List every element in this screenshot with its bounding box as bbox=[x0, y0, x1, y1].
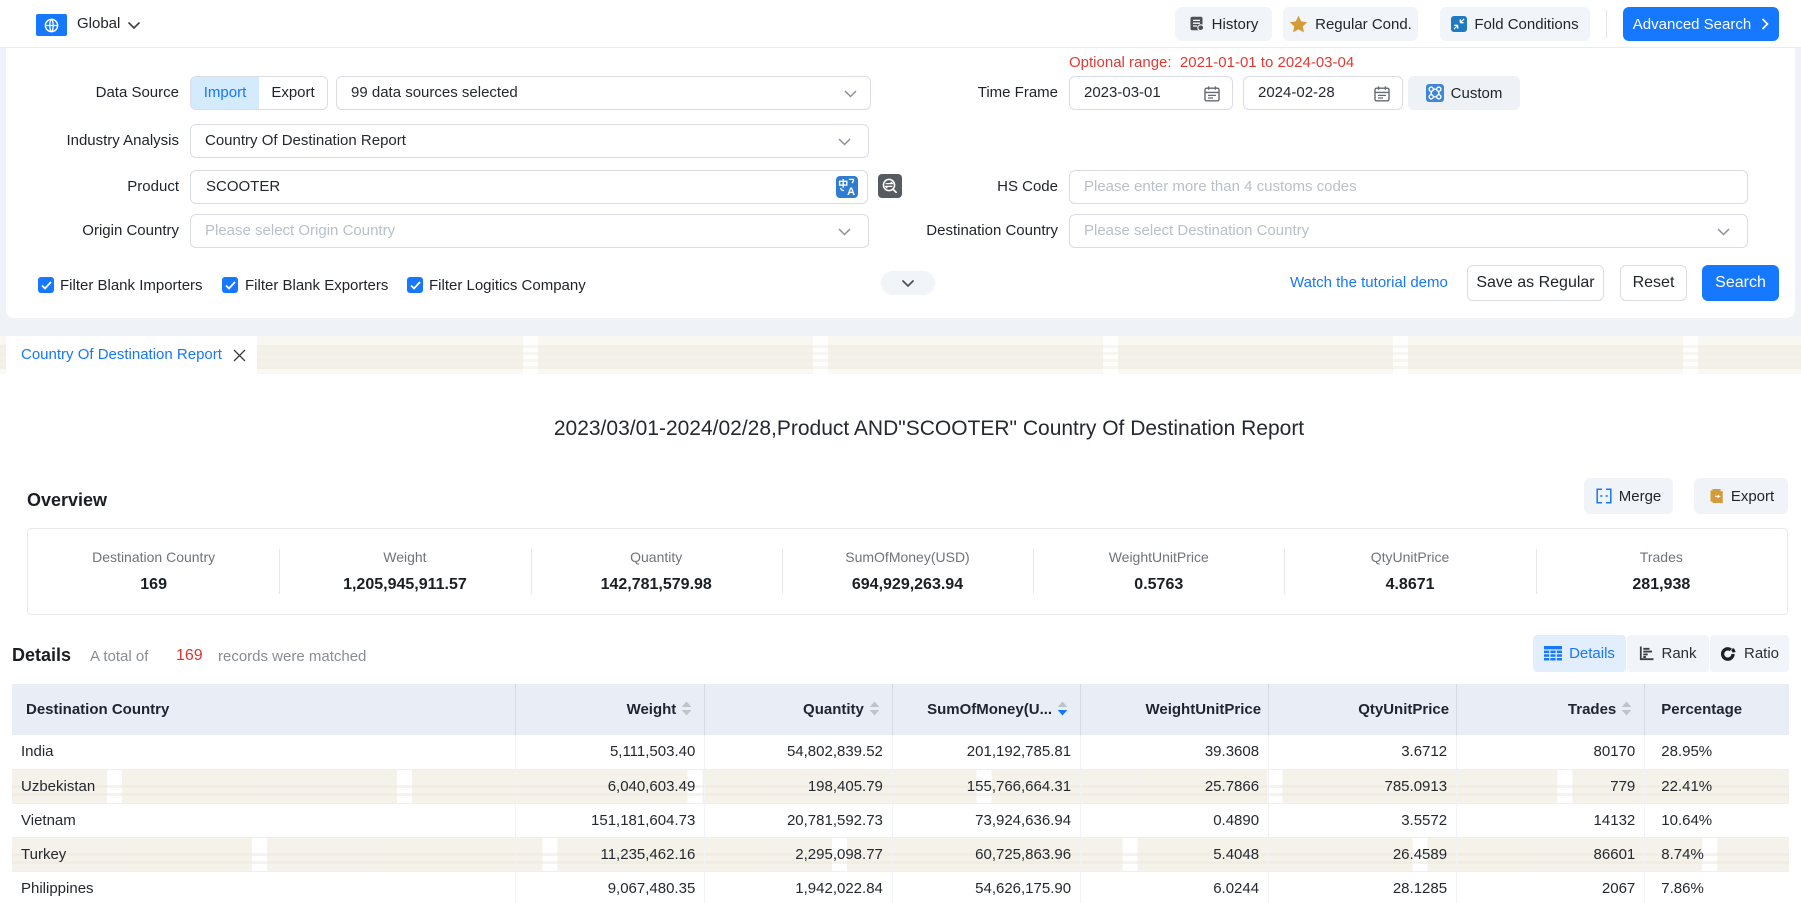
svg-text:A: A bbox=[847, 186, 855, 198]
